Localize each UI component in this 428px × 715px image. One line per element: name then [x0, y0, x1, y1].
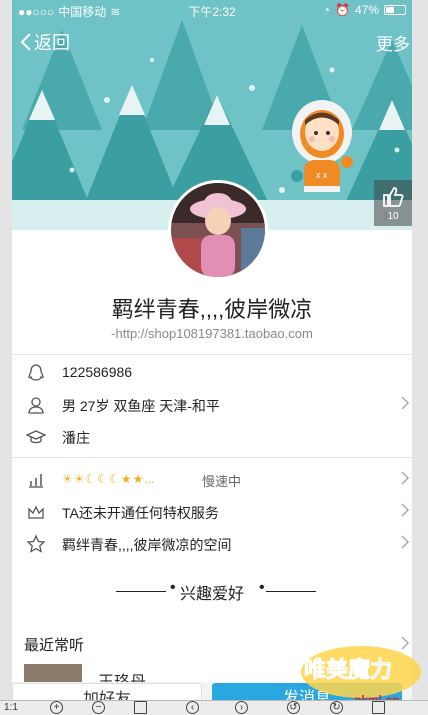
divider	[266, 591, 316, 592]
svg-text:x x: x x	[316, 170, 328, 180]
divider	[12, 354, 412, 355]
moon-icon: ☾	[85, 472, 97, 486]
back-label: 返回	[34, 33, 70, 53]
star-icon: ★	[120, 472, 132, 486]
level-status: 慢速中	[202, 474, 242, 489]
delete-icon[interactable]	[372, 701, 385, 714]
privilege-text: TA还未开通任何特权服务	[62, 505, 219, 521]
person-icon	[28, 397, 44, 414]
rotate-left-icon[interactable]: ↺	[287, 701, 300, 714]
chevron-right-icon	[401, 396, 410, 410]
graduation-cap-icon	[26, 430, 46, 444]
divider	[12, 457, 412, 458]
qq-number-row: 122586986	[12, 356, 412, 388]
divider	[116, 591, 166, 592]
more-button[interactable]: 更多	[376, 30, 410, 55]
crown-icon	[28, 505, 44, 519]
previous-icon[interactable]: ‹	[186, 701, 199, 714]
qq-number: 122586986	[62, 364, 133, 380]
fit-window-icon[interactable]	[134, 701, 147, 714]
level-ellipsis: ...	[144, 472, 155, 486]
like-button[interactable]: 10	[374, 180, 412, 226]
chevron-right-icon	[401, 503, 410, 517]
star-outline-icon	[26, 534, 46, 553]
recent-listening-title: 最近常听	[24, 637, 85, 654]
alarm-icon: ⏰	[335, 3, 350, 17]
sun-icon: ☀	[62, 472, 73, 486]
next-icon[interactable]: ›	[235, 701, 248, 714]
level-row[interactable]: ☀ ☀ ☾ ☾ ☾ ★ ★ ... 慢速中	[12, 463, 412, 495]
zoom-level: 1:1	[4, 702, 18, 713]
interests-section-title: • 兴趣爱好 •	[12, 579, 412, 604]
sun-icon: ☀	[73, 472, 85, 486]
avatar-photo	[171, 183, 265, 277]
qq-penguin-icon	[28, 364, 44, 381]
profile-name: 羁绊青春,,,,彼岸微凉	[111, 297, 313, 322]
moon-icon: ☾	[97, 472, 109, 486]
personal-info: 男 27岁 双鱼座 天津-和平	[62, 398, 220, 414]
hometown-row: 潘庄	[12, 420, 412, 452]
back-button[interactable]: 返回	[20, 29, 70, 55]
moon-icon: ☾	[109, 472, 120, 486]
rotate-right-icon[interactable]: ↻	[330, 701, 343, 714]
dot: •	[259, 579, 265, 596]
phone-screenshot: x x ●●○○○ 中国移动 ≋ 下午2:32 ◔ ⏰ 47% 返回 更多 10…	[0, 0, 428, 715]
thumbs-up-icon	[383, 187, 404, 207]
battery-icon	[384, 5, 406, 15]
nav-bar: 返回 更多	[12, 26, 412, 58]
star-icon: ★	[132, 472, 144, 486]
like-count: 10	[387, 211, 399, 222]
dot: •	[170, 579, 176, 596]
personal-info-row[interactable]: 男 27岁 双鱼座 天津-和平	[12, 388, 412, 420]
space-row[interactable]: 羁绊青春,,,,彼岸微凉的空间	[12, 527, 412, 559]
interests-title: 兴趣爱好	[179, 586, 244, 603]
indicator-dot	[382, 212, 389, 219]
status-bar: ●●○○○ 中国移动 ≋ 下午2:32 ◔ ⏰ 47%	[12, 0, 412, 20]
level-badges: ☀ ☀ ☾ ☾ ☾ ★ ★ ...	[62, 472, 154, 486]
space-text: 羁绊青春,,,,彼岸微凉的空间	[62, 537, 232, 553]
zoom-out-icon[interactable]: −	[92, 701, 105, 714]
battery-percent: 47%	[354, 3, 379, 17]
image-viewer-toolbar: 1:1 + − ‹ › ↺ ↻	[0, 700, 428, 715]
watermark-logo: 唯美魔力 pkml.cn	[301, 646, 421, 707]
chevron-right-icon	[401, 535, 410, 549]
privilege-row[interactable]: TA还未开通任何特权服务	[12, 495, 412, 527]
chevron-left-icon	[20, 33, 31, 51]
lock-rotation-icon: ◔	[322, 3, 331, 17]
shop-link[interactable]: -http://shop108197381.taobao.com	[12, 326, 412, 341]
level-chart-icon	[29, 474, 43, 488]
profile-screen: x x ●●○○○ 中国移动 ≋ 下午2:32 ◔ ⏰ 47% 返回 更多 10…	[12, 0, 412, 700]
zoom-in-icon[interactable]: +	[50, 701, 63, 714]
avatar[interactable]	[168, 180, 268, 280]
svg-text:唯美魔力: 唯美魔力	[304, 657, 392, 682]
chevron-right-icon	[401, 471, 410, 485]
hometown: 潘庄	[62, 430, 90, 446]
